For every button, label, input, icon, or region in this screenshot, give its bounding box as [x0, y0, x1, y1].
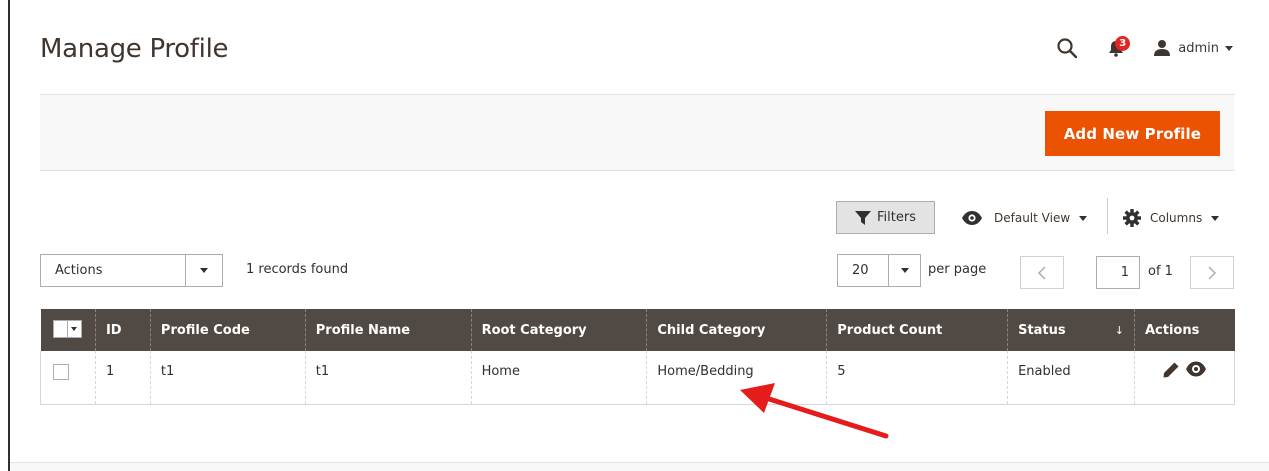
footer-strip	[10, 462, 1269, 471]
annotation-arrow	[740, 383, 889, 439]
